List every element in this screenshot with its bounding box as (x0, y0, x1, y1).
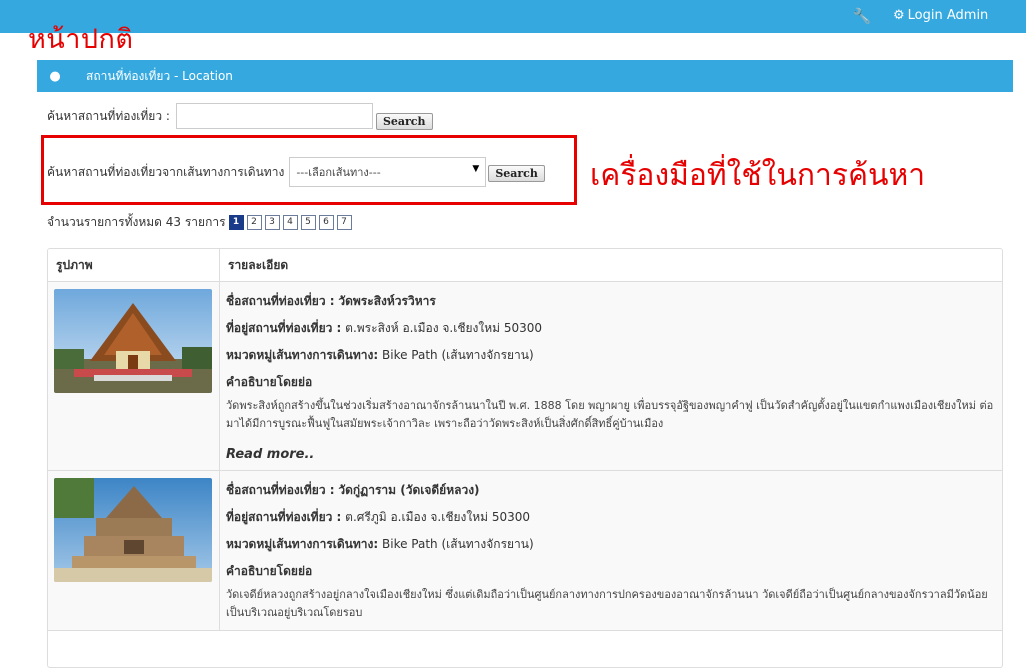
location-name: วัดกู่ฏาราม (วัดเจดีย์หลวง) (338, 483, 480, 497)
page-link-6[interactable]: 6 (318, 214, 334, 230)
total-count-text: จำนวนรายการทั้งหมด 43 รายการ (47, 214, 226, 229)
description-label: คำอธิบายโดยย่อ (226, 564, 313, 578)
read-more-link[interactable]: Read more.. (226, 447, 314, 462)
location-name: วัดพระสิงห์วรวิหาร (338, 294, 436, 308)
search-tools-annotation: เครื่องมือที่ใช้ในการค้นหา (590, 158, 926, 193)
page-link-4[interactable]: 4 (282, 214, 298, 230)
locations-table: รูปภาพ รายละเอียด ชื่อสถานที่ท่องเที่ยว … (47, 248, 1003, 668)
route-category-value: Bike Path (เส้นทางจักรยาน) (382, 348, 534, 362)
location-description: วัดพระสิงห์ถูกสร้างขึ้นในช่วงเริ่มสร้างอ… (226, 399, 994, 430)
location-thumbnail[interactable] (54, 289, 212, 393)
panel-title: สถานที่ท่องเที่ยว - Location (86, 68, 233, 83)
top-navbar: 🔧 ⚙ Login Admin (0, 0, 1026, 33)
route-search-row: ค้นหาสถานที่ท่องเที่ยวจากเส้นทางการเดินท… (47, 157, 545, 187)
login-admin-label: Login Admin (907, 8, 989, 23)
route-category-value: Bike Path (เส้นทางจักรยาน) (382, 537, 534, 551)
page-link-1[interactable]: 1 (228, 214, 244, 230)
table-row: ชื่อสถานที่ท่องเที่ยว : วัดกู่ฏาราม (วัด… (48, 471, 1002, 631)
pagination-row: จำนวนรายการทั้งหมด 43 รายการ 1 2 3 4 5 6… (47, 213, 355, 231)
location-address: ต.พระสิงห์ อ.เมือง จ.เชียงใหม่ 50300 (345, 321, 543, 335)
address-label: ที่อยู่สถานที่ท่องเที่ยว : (226, 510, 342, 524)
gear-icon: ⚙ (893, 8, 905, 23)
login-admin-link[interactable]: ⚙ Login Admin (893, 6, 988, 26)
route-select-value: ---เลือกเส้นทาง--- (296, 166, 381, 179)
search-input[interactable] (175, 103, 373, 129)
table-row: ชื่อสถานที่ท่องเที่ยว : วัดพระสิงห์วรวิห… (48, 282, 1002, 471)
page-link-5[interactable]: 5 (300, 214, 316, 230)
search-row: ค้นหาสถานที่ท่องเที่ยว : Search (47, 103, 433, 130)
wrench-icon[interactable]: 🔧 (852, 6, 872, 26)
route-select[interactable]: ---เลือกเส้นทาง--- ▼ (289, 157, 487, 187)
table-header: รูปภาพ รายละเอียด (48, 249, 1002, 282)
page-link-2[interactable]: 2 (246, 214, 262, 230)
search-button[interactable]: Search (375, 112, 433, 130)
column-header-image: รูปภาพ (48, 249, 220, 281)
location-description: วัดเจดีย์หลวงถูกสร้างอยู่กลางใจเมืองเชีย… (226, 588, 988, 619)
name-label: ชื่อสถานที่ท่องเที่ยว : (226, 294, 335, 308)
search-label: ค้นหาสถานที่ท่องเที่ยว : (47, 108, 170, 123)
map-marker-icon: ● (49, 68, 61, 84)
route-search-label: ค้นหาสถานที่ท่องเที่ยวจากเส้นทางการเดินท… (47, 164, 285, 179)
address-label: ที่อยู่สถานที่ท่องเที่ยว : (226, 321, 342, 335)
column-header-details: รายละเอียด (228, 257, 289, 272)
page-annotation-label: หน้าปกติ (28, 24, 134, 55)
name-label: ชื่อสถานที่ท่องเที่ยว : (226, 483, 335, 497)
route-category-label: หมวดหมู่เส้นทางการเดินทาง: (226, 348, 379, 362)
panel-header: ● สถานที่ท่องเที่ยว - Location (37, 60, 1013, 92)
dropdown-arrow-icon: ▼ (472, 164, 480, 174)
page-link-3[interactable]: 3 (264, 214, 280, 230)
location-address: ต.ศรีภูมิ อ.เมือง จ.เชียงใหม่ 50300 (345, 510, 531, 524)
route-category-label: หมวดหมู่เส้นทางการเดินทาง: (226, 537, 379, 551)
description-label: คำอธิบายโดยย่อ (226, 375, 313, 389)
location-thumbnail[interactable] (54, 478, 212, 582)
page-link-7[interactable]: 7 (336, 214, 352, 230)
route-search-button[interactable]: Search (488, 164, 545, 182)
